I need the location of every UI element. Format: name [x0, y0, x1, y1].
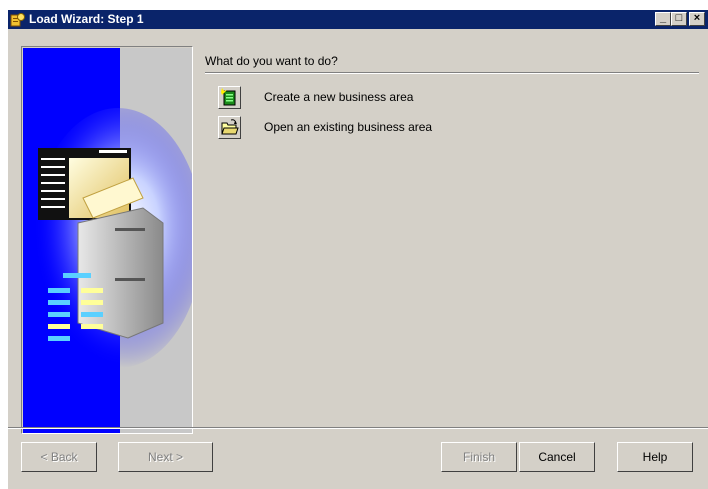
option-create-business-area[interactable]: Create a new business area [218, 86, 478, 110]
help-button[interactable]: Help [617, 442, 693, 472]
minimize-icon: _ [659, 12, 667, 24]
button-bar-divider [8, 427, 708, 429]
question-divider [205, 72, 699, 74]
maximize-button[interactable]: □ [671, 12, 687, 26]
close-icon: × [693, 12, 701, 24]
title-bar[interactable]: Load Wizard: Step 1 _ □ × [8, 10, 708, 29]
wizard-illustration [23, 48, 192, 433]
finish-button[interactable]: Finish [441, 442, 517, 472]
close-button[interactable]: × [689, 12, 705, 26]
option-open-business-area[interactable]: Open an existing business area [218, 116, 478, 140]
minimize-button[interactable]: _ [655, 12, 671, 26]
back-button[interactable]: < Back [21, 442, 97, 472]
maximize-icon: □ [675, 12, 683, 24]
next-button[interactable]: Next > [118, 442, 213, 472]
open-folder-icon[interactable] [218, 116, 241, 139]
wizard-sidebar-frame [21, 46, 193, 434]
cancel-button[interactable]: Cancel [519, 442, 595, 472]
wizard-question: What do you want to do? [205, 54, 338, 68]
wizard-icon [10, 13, 25, 27]
option-label: Open an existing business area [264, 120, 433, 134]
load-wizard-window: Load Wizard: Step 1 _ □ × What do you wa… [8, 10, 708, 489]
window-title: Load Wizard: Step 1 [29, 12, 144, 26]
new-business-area-icon[interactable] [218, 86, 241, 109]
option-label: Create a new business area [264, 90, 414, 104]
